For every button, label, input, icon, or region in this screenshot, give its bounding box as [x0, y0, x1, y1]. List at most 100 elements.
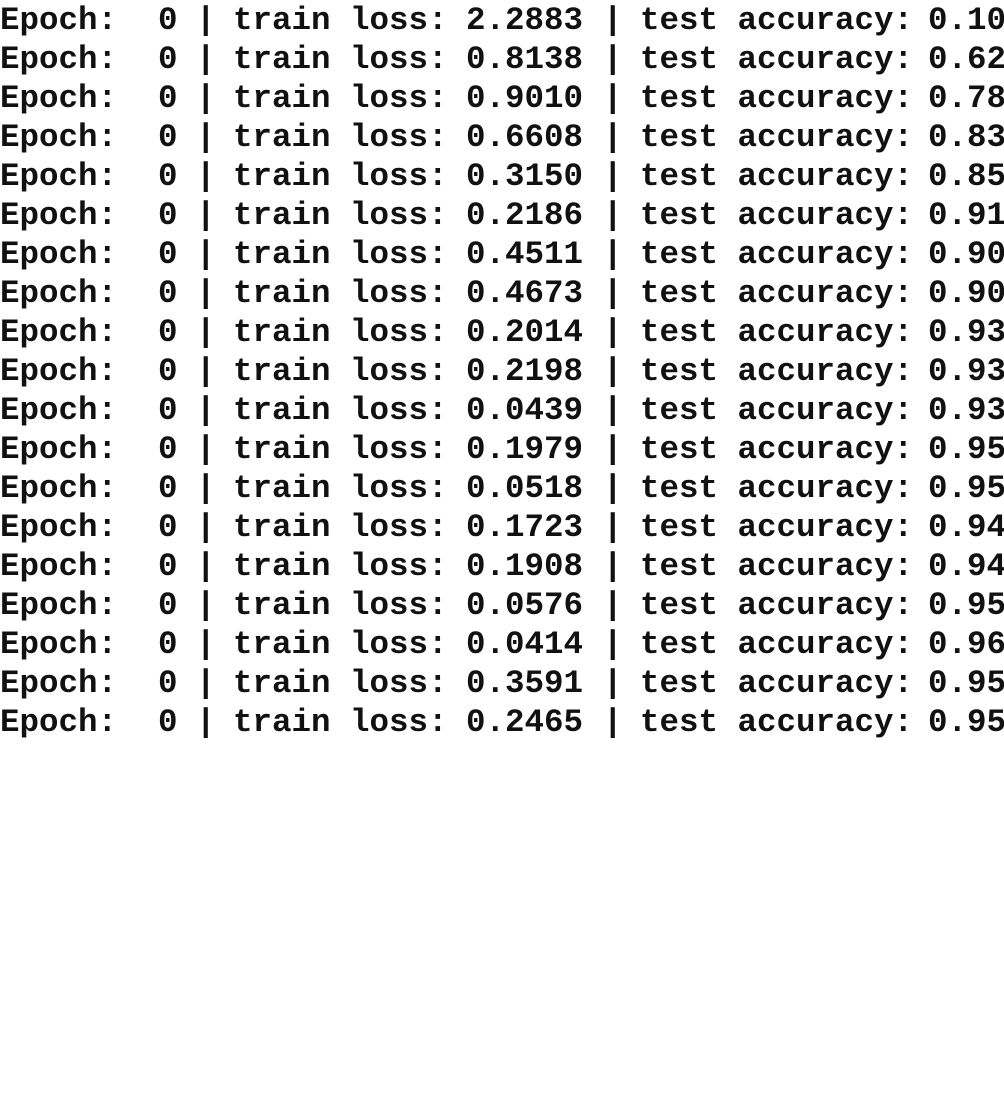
epoch-label: Epoch:: [0, 353, 118, 390]
separator: |: [603, 626, 623, 663]
epoch-value: 0: [158, 2, 178, 39]
log-line: Epoch: 0 | train loss: 0.2198 | test acc…: [0, 352, 1004, 391]
training-log-console: Epoch: 0 | train loss: 2.2883 | test acc…: [0, 0, 1004, 742]
epoch-label: Epoch:: [0, 314, 118, 351]
test-accuracy-value: 0.62: [928, 41, 1004, 78]
test-accuracy-value: 0.93: [928, 353, 1004, 390]
epoch-value: 0: [158, 353, 178, 390]
log-line: Epoch: 0 | train loss: 0.0414 | test acc…: [0, 625, 1004, 664]
separator: |: [603, 704, 623, 741]
test-accuracy-label: test accuracy:: [640, 470, 914, 507]
epoch-label: Epoch:: [0, 626, 118, 663]
test-accuracy-value: 0.93: [928, 392, 1004, 429]
train-loss-label: train loss:: [233, 392, 448, 429]
log-line: Epoch: 0 | train loss: 0.0576 | test acc…: [0, 586, 1004, 625]
separator: |: [603, 119, 623, 156]
separator: |: [603, 41, 623, 78]
test-accuracy-value: 0.93: [928, 314, 1004, 351]
train-loss-value: 0.2186: [466, 197, 584, 234]
separator: |: [603, 392, 623, 429]
log-line: Epoch: 0 | train loss: 0.3150 | test acc…: [0, 157, 1004, 196]
epoch-label: Epoch:: [0, 119, 118, 156]
test-accuracy-value: 0.95: [928, 704, 1004, 741]
separator: |: [196, 704, 216, 741]
train-loss-label: train loss:: [233, 41, 448, 78]
epoch-value: 0: [158, 509, 178, 546]
epoch-value: 0: [158, 587, 178, 624]
separator: |: [603, 509, 623, 546]
train-loss-label: train loss:: [233, 353, 448, 390]
test-accuracy-label: test accuracy:: [640, 587, 914, 624]
test-accuracy-label: test accuracy:: [640, 197, 914, 234]
separator: |: [196, 353, 216, 390]
separator: |: [603, 275, 623, 312]
log-line: Epoch: 0 | train loss: 0.2465 | test acc…: [0, 703, 1004, 742]
epoch-value: 0: [158, 704, 178, 741]
epoch-label: Epoch:: [0, 275, 118, 312]
epoch-value: 0: [158, 626, 178, 663]
train-loss-value: 0.4673: [466, 275, 584, 312]
test-accuracy-label: test accuracy:: [640, 548, 914, 585]
log-line: Epoch: 0 | train loss: 0.9010 | test acc…: [0, 79, 1004, 118]
separator: |: [603, 197, 623, 234]
epoch-value: 0: [158, 548, 178, 585]
separator: |: [603, 587, 623, 624]
separator: |: [196, 158, 216, 195]
epoch-label: Epoch:: [0, 431, 118, 468]
log-line: Epoch: 0 | train loss: 0.2014 | test acc…: [0, 313, 1004, 352]
epoch-label: Epoch:: [0, 392, 118, 429]
separator: |: [603, 548, 623, 585]
train-loss-value: 0.3150: [466, 158, 584, 195]
train-loss-label: train loss:: [233, 119, 448, 156]
separator: |: [196, 548, 216, 585]
epoch-label: Epoch:: [0, 236, 118, 273]
separator: |: [196, 236, 216, 273]
log-line: Epoch: 0 | train loss: 0.2186 | test acc…: [0, 196, 1004, 235]
test-accuracy-label: test accuracy:: [640, 392, 914, 429]
separator: |: [603, 665, 623, 702]
epoch-value: 0: [158, 314, 178, 351]
train-loss-label: train loss:: [233, 548, 448, 585]
test-accuracy-label: test accuracy:: [640, 275, 914, 312]
epoch-label: Epoch:: [0, 158, 118, 195]
train-loss-value: 0.1723: [466, 509, 584, 546]
separator: |: [196, 470, 216, 507]
train-loss-value: 0.2198: [466, 353, 584, 390]
train-loss-label: train loss:: [233, 158, 448, 195]
test-accuracy-value: 0.94: [928, 509, 1004, 546]
separator: |: [196, 626, 216, 663]
train-loss-value: 0.0414: [466, 626, 584, 663]
epoch-label: Epoch:: [0, 704, 118, 741]
test-accuracy-value: 0.91: [928, 197, 1004, 234]
epoch-value: 0: [158, 665, 178, 702]
log-line: Epoch: 0 | train loss: 0.0439 | test acc…: [0, 391, 1004, 430]
test-accuracy-value: 0.95: [928, 587, 1004, 624]
epoch-value: 0: [158, 236, 178, 273]
epoch-label: Epoch:: [0, 41, 118, 78]
epoch-label: Epoch:: [0, 665, 118, 702]
epoch-value: 0: [158, 119, 178, 156]
train-loss-value: 0.3591: [466, 665, 584, 702]
train-loss-label: train loss:: [233, 509, 448, 546]
log-line: Epoch: 0 | train loss: 0.3591 | test acc…: [0, 664, 1004, 703]
test-accuracy-value: 0.90: [928, 236, 1004, 273]
epoch-label: Epoch:: [0, 548, 118, 585]
test-accuracy-value: 0.83: [928, 119, 1004, 156]
test-accuracy-label: test accuracy:: [640, 626, 914, 663]
separator: |: [603, 236, 623, 273]
test-accuracy-value: 0.78: [928, 80, 1004, 117]
epoch-value: 0: [158, 431, 178, 468]
train-loss-label: train loss:: [233, 470, 448, 507]
log-line: Epoch: 0 | train loss: 0.0518 | test acc…: [0, 469, 1004, 508]
log-line: Epoch: 0 | train loss: 0.8138 | test acc…: [0, 40, 1004, 79]
log-line: Epoch: 0 | train loss: 0.1979 | test acc…: [0, 430, 1004, 469]
test-accuracy-value: 0.85: [928, 158, 1004, 195]
separator: |: [603, 314, 623, 351]
separator: |: [196, 2, 216, 39]
train-loss-value: 0.2465: [466, 704, 584, 741]
train-loss-value: 0.2014: [466, 314, 584, 351]
separator: |: [196, 197, 216, 234]
separator: |: [603, 2, 623, 39]
separator: |: [196, 392, 216, 429]
separator: |: [603, 470, 623, 507]
